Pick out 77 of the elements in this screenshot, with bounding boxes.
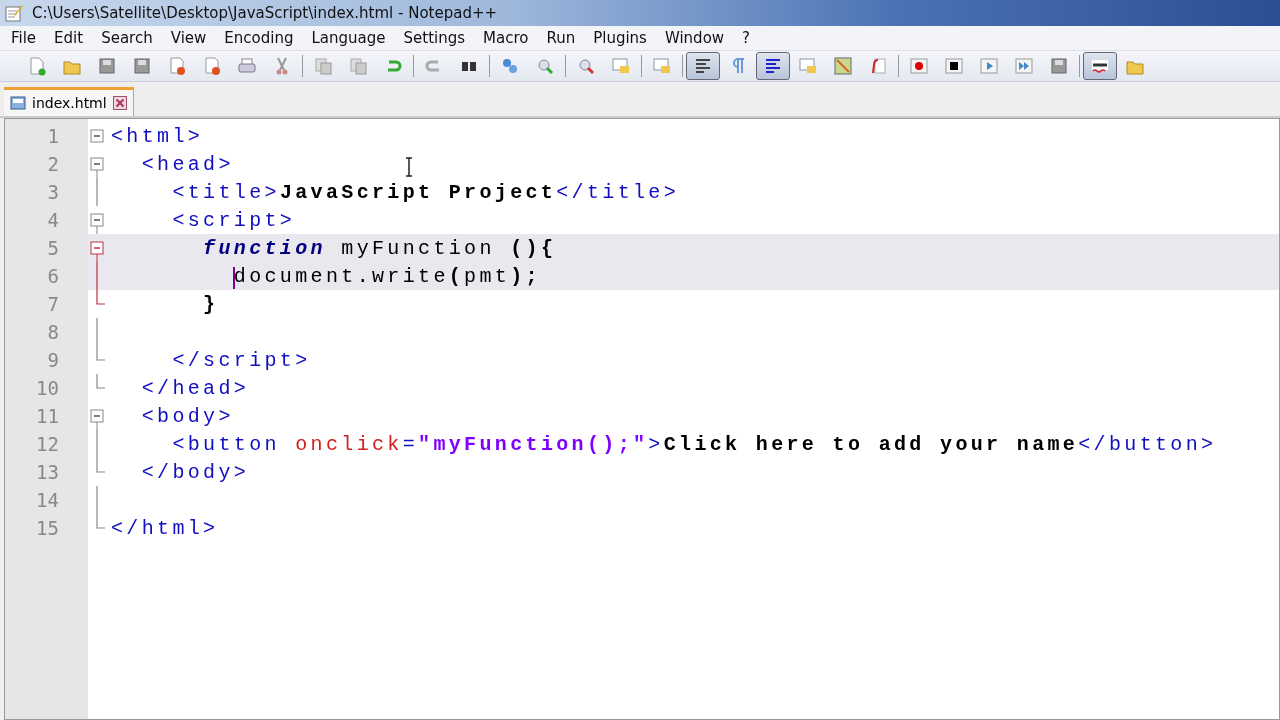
line-number: 13 <box>35 460 60 485</box>
line-number: 10 <box>35 376 60 401</box>
menu-item[interactable]: Search <box>92 29 162 47</box>
notepad-icon <box>4 3 24 23</box>
menu-item[interactable]: ? <box>733 29 760 47</box>
menu-item[interactable]: Macro <box>474 29 538 47</box>
zoom-in-icon <box>535 56 555 76</box>
fold-line <box>96 430 98 458</box>
line-number: 1 <box>46 124 60 149</box>
zoom-out-icon <box>576 56 596 76</box>
line-number: 15 <box>35 516 60 541</box>
code-line: </script> <box>171 348 311 372</box>
menu-item[interactable]: View <box>161 29 216 47</box>
code-line: <body> <box>140 404 234 428</box>
line-number: 14 <box>35 488 60 513</box>
menu-item[interactable]: Settings <box>394 29 475 47</box>
word-wrap-icon <box>693 56 713 76</box>
code-line: <head> <box>140 152 234 176</box>
print-icon <box>237 56 257 76</box>
new-file-icon <box>27 56 47 76</box>
play-icon <box>979 56 999 76</box>
copy-icon <box>313 56 333 76</box>
line-number: 11 <box>35 404 60 429</box>
fold-line <box>96 486 98 514</box>
menu-item[interactable]: File <box>2 29 46 47</box>
close-all-icon <box>202 56 222 76</box>
toolbar-button[interactable] <box>1083 52 1117 80</box>
file-tab[interactable]: index.html <box>4 87 134 116</box>
menu-item[interactable]: Plugins <box>584 29 656 47</box>
line-number: 5 <box>5 234 88 262</box>
close-icon[interactable] <box>112 96 127 110</box>
close-file-icon <box>167 56 187 76</box>
code-line: </body> <box>140 460 250 484</box>
code-line: <html> <box>111 124 204 148</box>
save-macro-icon <box>1049 56 1069 76</box>
indent-guide-icon <box>763 56 783 76</box>
menu-item[interactable]: Encoding <box>215 29 303 47</box>
menu-item[interactable]: Edit <box>45 29 93 47</box>
menu-item[interactable]: Run <box>537 29 585 47</box>
fold-end-line <box>96 290 105 305</box>
file-icon <box>10 95 26 111</box>
fold-line <box>96 178 98 206</box>
line-number: 4 <box>46 208 60 233</box>
code-line: <script> <box>171 208 296 232</box>
paste-icon <box>348 56 368 76</box>
toolbar-button[interactable] <box>686 52 720 80</box>
line-number: 7 <box>46 292 60 317</box>
fold-line <box>96 318 98 346</box>
code-line: document.write(pmt); <box>232 264 541 288</box>
window-icon <box>798 56 818 76</box>
fold-end-line <box>96 458 105 473</box>
fold-end-line <box>96 514 105 529</box>
code-line: </head> <box>140 376 250 400</box>
fast-forward-icon <box>1014 56 1034 76</box>
fold-end-line <box>96 346 105 361</box>
menu-item[interactable]: Language <box>302 29 395 47</box>
save-icon <box>97 56 117 76</box>
menu-item[interactable]: Window <box>655 29 734 47</box>
code-line: <button onclick="myFunction();">Click here to add your name</button> <box>171 432 1217 456</box>
line-number: 2 <box>46 152 60 177</box>
record-icon <box>909 56 929 76</box>
toolbar-button[interactable] <box>756 52 790 80</box>
save-all-icon <box>132 56 152 76</box>
code-line: </html> <box>111 516 219 540</box>
text-cursor-icon <box>405 157 413 177</box>
line-number: 8 <box>46 320 60 345</box>
fold-end-line <box>96 374 105 389</box>
code-line: <title>JavaScript Project</title> <box>171 180 680 204</box>
line-number: 9 <box>46 348 60 373</box>
window-title: C:\Users\Satellite\Desktop\JavaScript\index.html - Notepad++ <box>32 4 498 22</box>
code-line: } <box>202 292 219 316</box>
stop-icon <box>944 56 964 76</box>
line-number: 3 <box>46 180 60 205</box>
code-line: function myFunction (){ <box>202 236 557 260</box>
line-number: 6 <box>5 262 88 290</box>
line-number: 12 <box>35 432 60 457</box>
fold-line <box>96 262 98 290</box>
